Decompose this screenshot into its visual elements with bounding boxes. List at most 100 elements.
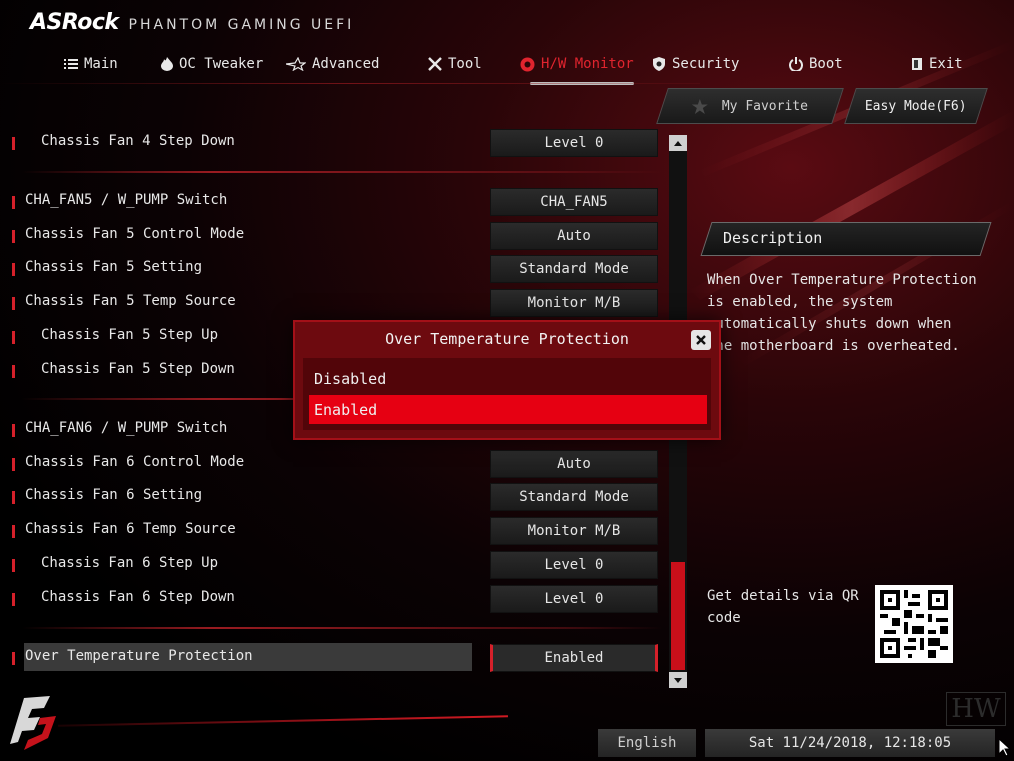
- tab-label: H/W Monitor: [541, 56, 634, 72]
- dialog-close-button[interactable]: [691, 330, 711, 350]
- setting-label: Chassis Fan 5 Temp Source: [25, 293, 236, 309]
- row-marker: [12, 491, 15, 504]
- my-favorite-button[interactable]: My Favorite: [656, 88, 844, 124]
- setting-chassis-fan6-control-mode[interactable]: Chassis Fan 6 Control Mode Auto: [0, 447, 665, 481]
- easy-mode-button[interactable]: Easy Mode(F6): [844, 88, 988, 124]
- easy-mode-label: Easy Mode(F6): [865, 98, 967, 114]
- star-icon: [286, 57, 306, 71]
- setting-chassis-fan5-control-mode[interactable]: Chassis Fan 5 Control Mode Auto: [0, 219, 665, 253]
- shield-icon: [653, 57, 665, 71]
- tab-exit[interactable]: Exit: [911, 51, 963, 77]
- qr-code-icon: [880, 590, 948, 658]
- tab-advanced[interactable]: Advanced: [286, 51, 379, 77]
- row-marker: [12, 559, 15, 572]
- setting-chassis-fan6-step-down[interactable]: Chassis Fan 6 Step Down Level 0: [0, 582, 665, 616]
- setting-label: Chassis Fan 5 Control Mode: [25, 226, 245, 242]
- system-datetime: Sat 11/24/2018, 12:18:05: [705, 729, 995, 757]
- row-marker: [12, 525, 15, 538]
- setting-chassis-fan4-step-down[interactable]: Chassis Fan 4 Step Down Level 0: [0, 126, 665, 160]
- setting-value[interactable]: Level 0: [490, 551, 658, 579]
- chevron-down-icon: [674, 677, 682, 683]
- exit-icon: [912, 58, 922, 70]
- scroll-thumb[interactable]: [671, 562, 685, 670]
- tools-icon: [428, 57, 442, 71]
- tab-boot[interactable]: Boot: [789, 51, 843, 77]
- bottom-accent-line: [58, 715, 508, 727]
- tab-tool[interactable]: Tool: [428, 51, 482, 77]
- tab-label: Security: [672, 56, 740, 72]
- setting-value[interactable]: Standard Mode: [490, 255, 658, 283]
- setting-label: Chassis Fan 6 Control Mode: [25, 454, 245, 470]
- setting-chassis-fan6-step-up[interactable]: Chassis Fan 6 Step Up Level 0: [0, 548, 665, 582]
- over-temperature-protection-dialog: Over Temperature Protection Disabled Ena…: [293, 320, 721, 440]
- row-marker: [12, 331, 15, 344]
- watermark-logo: HW: [946, 692, 1006, 726]
- row-marker: [12, 424, 15, 437]
- setting-value[interactable]: CHA_FAN5: [490, 188, 658, 216]
- monitor-icon: [520, 57, 535, 71]
- setting-label: CHA_FAN5 / W_PUMP Switch: [25, 192, 228, 208]
- power-icon: [789, 57, 803, 71]
- section-separator: [22, 171, 662, 173]
- scroll-down-button[interactable]: [669, 672, 687, 688]
- list-icon: [64, 59, 78, 69]
- nav-divider: [0, 83, 700, 84]
- setting-value[interactable]: Standard Mode: [490, 483, 658, 511]
- dialog-title: Over Temperature Protection: [385, 330, 629, 348]
- setting-label: Chassis Fan 6 Step Up: [41, 555, 219, 571]
- setting-chassis-fan6-setting[interactable]: Chassis Fan 6 Setting Standard Mode: [0, 480, 665, 514]
- setting-value[interactable]: Enabled: [490, 644, 658, 672]
- brand-name: ASRock: [30, 10, 119, 35]
- setting-value[interactable]: Level 0: [490, 585, 658, 613]
- option-enabled[interactable]: Enabled: [309, 395, 707, 424]
- qr-code[interactable]: [875, 585, 953, 663]
- tab-oc-tweaker[interactable]: OC Tweaker: [161, 51, 263, 77]
- tab-label: Main: [84, 56, 118, 72]
- language-button[interactable]: English: [598, 729, 696, 757]
- setting-label: Chassis Fan 6 Step Down: [41, 589, 235, 605]
- scroll-up-button[interactable]: [669, 135, 687, 151]
- row-marker: [12, 196, 15, 209]
- dialog-options: Disabled Enabled: [303, 358, 711, 430]
- setting-label: Over Temperature Protection: [25, 648, 253, 664]
- setting-cha-fan5-switch[interactable]: CHA_FAN5 / W_PUMP Switch CHA_FAN5: [0, 185, 665, 219]
- tab-main[interactable]: Main: [64, 51, 118, 77]
- setting-label: Chassis Fan 5 Setting: [25, 259, 203, 275]
- setting-chassis-fan5-setting[interactable]: Chassis Fan 5 Setting Standard Mode: [0, 252, 665, 286]
- flame-icon: [161, 57, 173, 71]
- brand-logo: ASRock PHANTOM GAMING UEFI: [30, 10, 354, 38]
- row-marker: [12, 593, 15, 606]
- tab-label: Exit: [929, 56, 963, 72]
- tab-hw-monitor[interactable]: H/W Monitor: [520, 51, 634, 85]
- setting-value[interactable]: Level 0: [490, 129, 658, 157]
- section-separator: [22, 627, 662, 629]
- description-title: Description: [723, 229, 823, 247]
- setting-chassis-fan6-temp-source[interactable]: Chassis Fan 6 Temp Source Monitor M/B: [0, 514, 665, 548]
- description-text: When Over Temperature Protection is enab…: [707, 272, 977, 354]
- close-icon: [696, 335, 706, 345]
- setting-value[interactable]: Auto: [490, 450, 658, 478]
- row-marker: [12, 297, 15, 310]
- star-icon: [691, 98, 708, 114]
- setting-label: CHA_FAN6 / W_PUMP Switch: [25, 420, 228, 436]
- mouse-cursor-icon: [999, 739, 1011, 757]
- qr-caption: Get details via QR code: [707, 588, 859, 626]
- my-favorite-label: My Favorite: [721, 98, 809, 114]
- row-marker: [12, 137, 15, 150]
- setting-over-temperature-protection[interactable]: Over Temperature Protection Enabled: [0, 641, 665, 675]
- setting-chassis-fan5-temp-source[interactable]: Chassis Fan 5 Temp Source Monitor M/B: [0, 286, 665, 320]
- row-marker: [12, 652, 15, 665]
- setting-value[interactable]: Monitor M/B: [490, 289, 658, 317]
- setting-value[interactable]: Auto: [490, 222, 658, 250]
- setting-label: Chassis Fan 6 Setting: [25, 487, 203, 503]
- setting-label: Chassis Fan 4 Step Down: [41, 133, 235, 149]
- option-disabled[interactable]: Disabled: [309, 364, 707, 393]
- row-marker: [12, 230, 15, 243]
- tab-label: Boot: [809, 56, 843, 72]
- setting-value[interactable]: Monitor M/B: [490, 517, 658, 545]
- tab-label: Tool: [448, 56, 482, 72]
- tab-label: Advanced: [312, 56, 380, 72]
- tab-security[interactable]: Security: [652, 51, 739, 77]
- setting-label: Chassis Fan 5 Step Up: [41, 327, 219, 343]
- chevron-up-icon: [674, 140, 682, 146]
